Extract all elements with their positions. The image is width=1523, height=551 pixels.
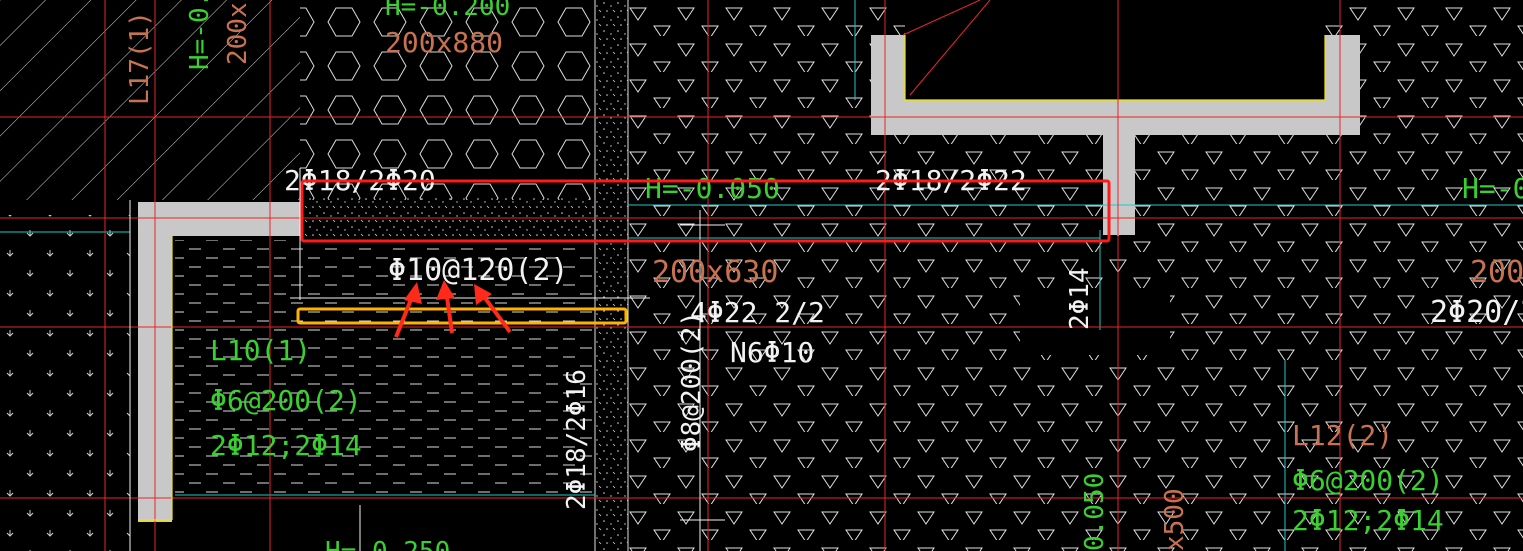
label-stirrup: Φ10@120(2) bbox=[388, 253, 569, 288]
label-bottom-h: H=-0.250 bbox=[325, 537, 450, 551]
label-bottom-vert-h: 0.050 bbox=[1080, 473, 1110, 551]
label-h-top: H=-0.200 bbox=[385, 0, 510, 22]
label-l10-rebar: 2Φ12;2Φ14 bbox=[210, 429, 362, 462]
label-size-right-edge: 200 bbox=[1470, 255, 1523, 290]
label-beam-size-mid: 200x630 bbox=[652, 255, 778, 290]
label-vert-rebar-bottom: 2Φ18/2Φ16 bbox=[562, 369, 592, 510]
concrete-wall-strip bbox=[595, 0, 628, 551]
label-l12: L12(2) bbox=[1292, 419, 1393, 452]
label-4phi22: 4Φ22 2/2 bbox=[690, 296, 825, 329]
cad-drawing: H=-0.200 200x880 L17(1) H=-0. 200x 2Φ18/… bbox=[0, 0, 1523, 551]
label-rebar-right-edge: 2Φ20/2 bbox=[1430, 295, 1523, 330]
label-bottom-vert-size: x500 bbox=[1160, 488, 1190, 551]
label-left-top-size: 200x bbox=[223, 2, 253, 65]
label-vert-2phi14: 2Φ14 bbox=[1065, 267, 1095, 330]
label-l7: L17(1) bbox=[125, 11, 155, 105]
label-l12-rebar: 2Φ12;2Φ14 bbox=[1292, 504, 1444, 537]
label-h-left-top: H=-0. bbox=[185, 0, 215, 70]
label-n6: N6Φ10 bbox=[730, 336, 814, 369]
label-l10-stirrup: Φ6@200(2) bbox=[210, 384, 362, 417]
label-l10: L10(1) bbox=[210, 334, 311, 367]
label-h-right-edge: H=-0. bbox=[1462, 172, 1523, 205]
label-h-mid: H=-0.050 bbox=[645, 172, 780, 205]
label-l12-stirrup: Φ6@200(2) bbox=[1292, 464, 1444, 497]
label-top-size: 200x880 bbox=[385, 26, 503, 59]
arrow-hatch-region bbox=[0, 215, 130, 551]
label-phi8: Φ8@200(2) bbox=[677, 311, 707, 452]
